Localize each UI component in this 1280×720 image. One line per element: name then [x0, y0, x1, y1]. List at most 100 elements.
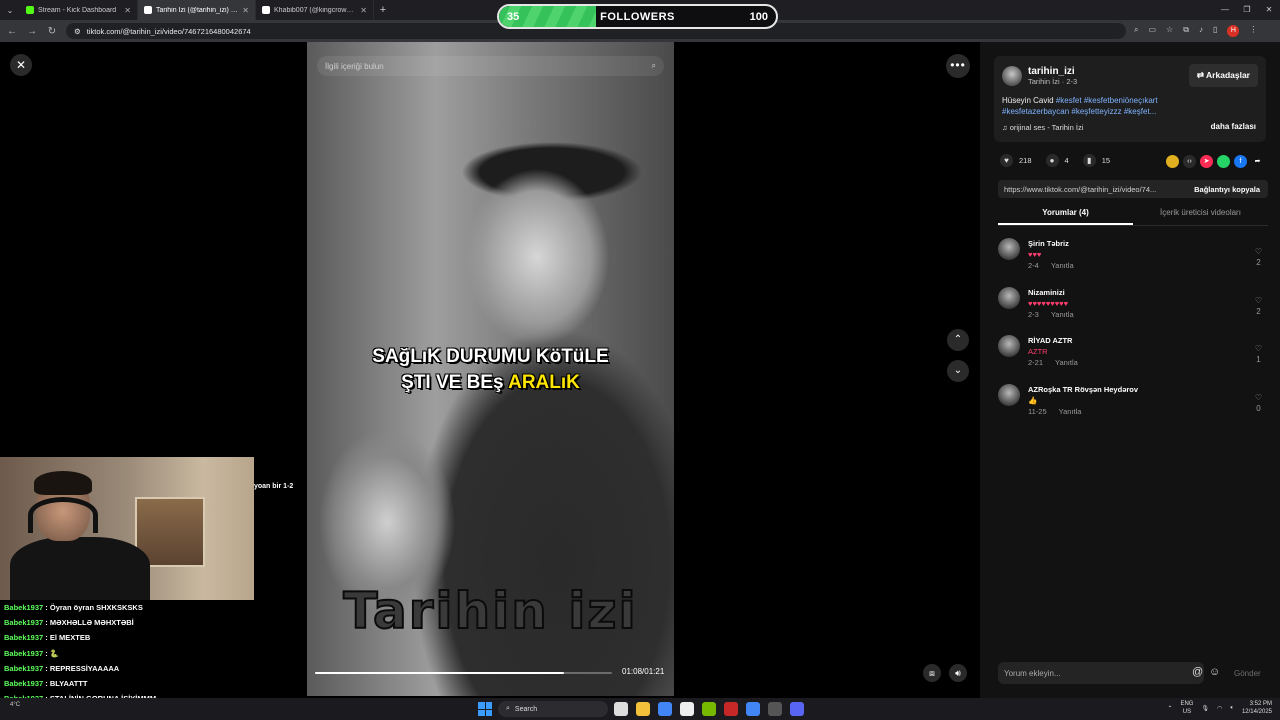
comment-icon[interactable]: ● [1045, 154, 1059, 167]
author-avatar[interactable] [1002, 65, 1022, 86]
comment-avatar[interactable] [998, 286, 1020, 309]
zoom-icon[interactable]: ⌕ [1134, 25, 1138, 37]
forward-icon[interactable]: → [26, 26, 38, 37]
bookmark-star-icon[interactable]: ☆ [1166, 25, 1173, 37]
reply-button[interactable]: Yanıtla [1051, 261, 1074, 270]
friends-button[interactable]: ⇄ Arkadaşlar [1188, 64, 1258, 87]
tab-kick-dashboard[interactable]: Stream - Kick Dashboard ✕ [20, 0, 138, 20]
browser-menu-icon[interactable]: ⋮ [1249, 25, 1257, 37]
clock[interactable]: 3:52 PM 12/14/2025 [1242, 700, 1272, 716]
weather-widget[interactable]: 4°C [10, 702, 20, 708]
file-explorer-icon[interactable] [636, 702, 650, 716]
windows-start-icon[interactable] [478, 702, 492, 716]
close-video-button[interactable]: ✕ [10, 54, 32, 76]
webcam-overlay [0, 457, 254, 600]
author-name[interactable]: tarihin_izi [1028, 66, 1077, 77]
minimize-icon[interactable]: — [1214, 0, 1236, 20]
wifi-icon[interactable]: ◠ [1217, 705, 1222, 712]
chat-text: REPRESSİYAAAAA [49, 663, 120, 673]
close-tab-icon[interactable]: ✕ [242, 6, 249, 15]
followers-goal: 100 [749, 10, 768, 23]
volume-icon[interactable]: 🔊︎ [949, 664, 967, 682]
video-progress-bar[interactable] [315, 672, 612, 674]
language-indicator[interactable]: ENG US [1180, 700, 1193, 716]
comment-like[interactable]: ♡ 2 [1255, 246, 1262, 268]
comment-like[interactable]: ♡ 0 [1255, 392, 1262, 414]
task-view-icon[interactable] [614, 702, 628, 716]
chrome-icon[interactable] [658, 702, 672, 716]
emoji-icon[interactable]: ☺ [1209, 666, 1220, 678]
comment-user[interactable]: RİYAD AZTR [1028, 335, 1090, 346]
captions-icon[interactable]: ⧈ [923, 664, 941, 682]
maximize-icon[interactable]: ❐ [1236, 0, 1258, 20]
media-icon[interactable]: ♪ [1199, 25, 1203, 37]
heart-outline-icon[interactable]: ♡ [1255, 343, 1262, 354]
taskbar-search[interactable]: ⌕ Search [498, 701, 608, 717]
comment-user[interactable]: Şirin Təbriz [1028, 238, 1086, 249]
tab-tiktok-tarihin[interactable]: Tarihin İzi (@tarihin_izi) | Ti ✕ [138, 0, 256, 20]
tab-creator-videos[interactable]: İçerik üreticisi videoları [1133, 208, 1268, 225]
more-link[interactable]: daha fazlası [1211, 122, 1256, 131]
video-link[interactable]: https://www.tiktok.com/@tarihin_izi/vide… [998, 185, 1186, 194]
discord-icon[interactable] [790, 702, 804, 716]
share-arrow-icon[interactable]: ➦ [1251, 155, 1264, 168]
related-search-input[interactable]: İlgili içeriği bulun ⌕ [317, 56, 664, 76]
tab-comments[interactable]: Yorumlar (4) [998, 208, 1133, 225]
tab-search-icon[interactable]: ⌄ [0, 6, 20, 15]
tab-tiktok-khabib[interactable]: Khabib007 (@kingcrow_) | Tik ✕ [256, 0, 374, 20]
nvidia-icon[interactable] [702, 702, 716, 716]
reload-icon[interactable]: ↻ [46, 26, 58, 37]
site-info-icon[interactable]: ⚙ [74, 27, 81, 36]
more-options-button[interactable]: ••• [946, 54, 970, 78]
video-description: Hüseyin Cavid #kesfet #kesfetbeniöneçıka… [1002, 95, 1192, 117]
app-icon[interactable] [724, 702, 738, 716]
mic-icon[interactable]: 🎙︎ [1201, 705, 1209, 712]
heart-outline-icon[interactable]: ♡ [1255, 295, 1262, 306]
comment-like[interactable]: ♡ 2 [1255, 295, 1262, 317]
facebook-icon[interactable]: f [1234, 155, 1247, 168]
video-player[interactable]: İlgili içeriği bulun ⌕ SAğLıK DURUMU KöT… [307, 42, 674, 696]
profile-avatar[interactable]: H [1227, 25, 1240, 37]
heart-icon[interactable]: ♥ [1000, 154, 1013, 167]
send-icon[interactable]: ➤ [1200, 155, 1213, 168]
send-button[interactable]: Gönder [1234, 669, 1261, 678]
copy-link-button[interactable]: Bağlantıyı kopyala [1186, 185, 1268, 194]
store-icon[interactable] [680, 702, 694, 716]
bookmark-icon[interactable]: ▮ [1082, 154, 1096, 167]
close-window-icon[interactable]: ✕ [1258, 0, 1280, 20]
comment-item: Nizaminizi ♥♥♥♥♥♥♥♥♥ 2-3 Yanıtla ♡ 2 [998, 286, 1264, 336]
new-tab-button[interactable]: + [374, 4, 392, 16]
comment-avatar[interactable] [998, 238, 1020, 260]
close-tab-icon[interactable]: ✕ [360, 6, 367, 15]
back-icon[interactable]: ← [6, 26, 18, 37]
cast-icon[interactable]: ▭ [1148, 25, 1156, 37]
chrome-active-icon[interactable] [746, 702, 760, 716]
extensions-icon[interactable]: ⧉ [1183, 25, 1189, 37]
coin-icon[interactable] [1166, 155, 1179, 168]
chat-separator: : [43, 679, 50, 689]
like-count: 218 [1019, 156, 1032, 165]
comment-user[interactable]: AZRoşka TR Rövşən Heydərov [1028, 384, 1138, 395]
reply-button[interactable]: Yanıtla [1051, 310, 1074, 319]
embed-icon[interactable]: ‹› [1183, 155, 1196, 168]
comment-avatar[interactable] [998, 335, 1020, 357]
comment-like[interactable]: ♡ 1 [1255, 343, 1262, 365]
comment-user[interactable]: Nizaminizi [1028, 287, 1086, 298]
tray-chevron-icon[interactable]: ⌃ [1167, 705, 1172, 712]
comment-input[interactable]: Yorum ekleyin... [998, 662, 1204, 684]
whatsapp-icon[interactable] [1217, 155, 1230, 168]
mention-icon[interactable]: @ [1192, 666, 1203, 678]
speaker-icon[interactable]: 🔈︎ [1230, 705, 1234, 712]
obs-icon[interactable] [768, 702, 782, 716]
headphones-icon [28, 497, 98, 533]
reply-button[interactable]: Yanıtla [1059, 407, 1082, 416]
close-tab-icon[interactable]: ✕ [124, 6, 131, 15]
next-video-button[interactable]: ⌄ [947, 360, 969, 382]
sidebar-icon[interactable]: ▯ [1213, 25, 1217, 37]
previous-video-button[interactable]: ⌃ [947, 329, 969, 351]
comment-avatar[interactable] [998, 383, 1020, 406]
system-tray: ⌃ ENG US 🎙︎ ◠ 🔈︎ 3:52 PM 12/14/2025 [1167, 700, 1272, 716]
heart-outline-icon[interactable]: ♡ [1255, 246, 1262, 257]
heart-outline-icon[interactable]: ♡ [1255, 392, 1262, 403]
reply-button[interactable]: Yanıtla [1055, 358, 1078, 367]
